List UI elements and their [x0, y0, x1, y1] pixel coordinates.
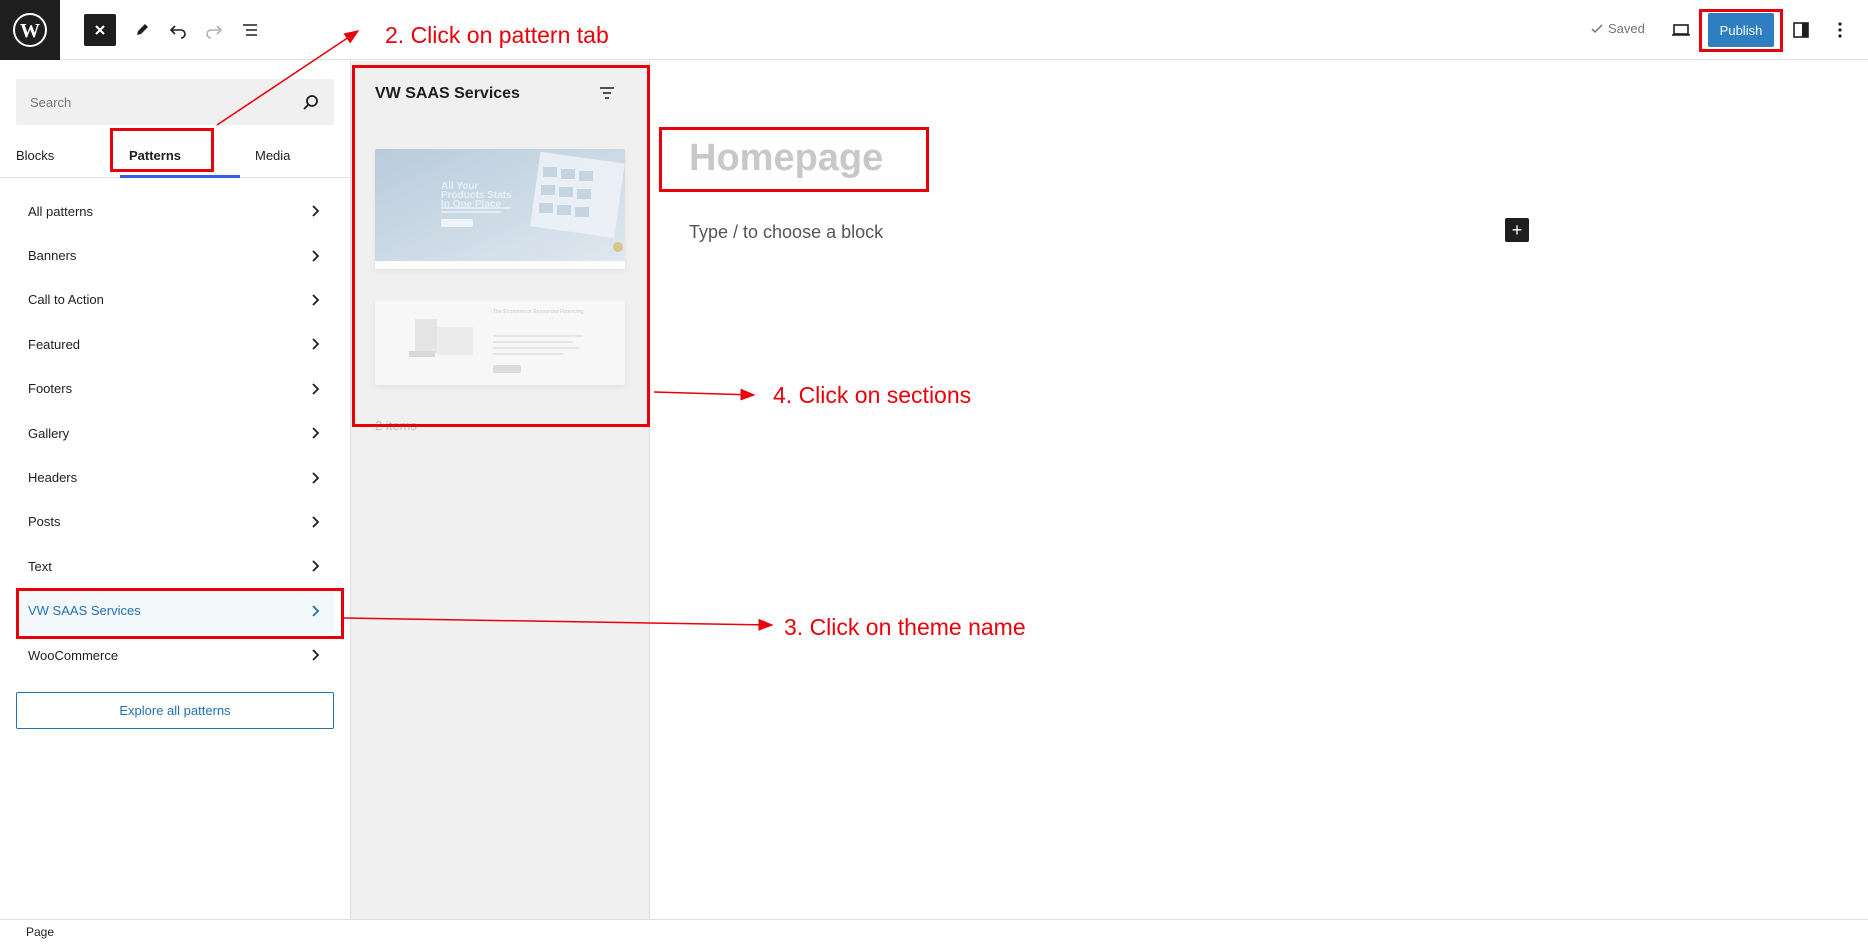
pattern-preview-features-heading: The Ecommerce Resources Financing: [493, 309, 584, 315]
annotation-step-4: 4. Click on sections: [773, 382, 972, 408]
pattern-category-item[interactable]: All patterns: [16, 189, 334, 233]
pattern-category-panel: VW SAAS Services All Your Products Stats…: [351, 61, 650, 919]
pattern-category-item[interactable]: Call to Action: [16, 278, 334, 322]
undo-icon[interactable]: [162, 14, 194, 46]
pattern-preview-features[interactable]: The Ecommerce Resources Financing: [375, 301, 625, 385]
active-tab-indicator: [120, 175, 240, 178]
chevron-right-icon: [312, 516, 320, 528]
options-more-icon[interactable]: [1824, 14, 1856, 46]
pattern-category-label: Posts: [28, 514, 61, 530]
saved-label: Saved: [1608, 21, 1645, 36]
tab-blocks[interactable]: Blocks: [16, 133, 54, 178]
pattern-category-label: Gallery: [28, 425, 70, 441]
pattern-category-item[interactable]: Footers: [16, 367, 334, 411]
pattern-category-label: Footers: [28, 381, 73, 397]
explore-all-patterns-button[interactable]: Explore all patterns: [16, 692, 334, 729]
tools-pencil-icon[interactable]: [126, 14, 158, 46]
pattern-category-item[interactable]: Text: [16, 544, 334, 588]
tab-media[interactable]: Media: [255, 133, 290, 178]
pattern-category-list: All patterns Banners Call to Action Feature…: [16, 189, 334, 677]
pattern-panel-title: VW SAAS Services: [375, 85, 520, 102]
pattern-preview-hero-heading: All Your Products Stats In One Place: [441, 181, 512, 210]
search-icon[interactable]: [302, 93, 320, 111]
pattern-category-label: Featured: [28, 336, 81, 352]
chevron-right-icon: [312, 560, 320, 572]
pattern-category-item[interactable]: Posts: [16, 500, 334, 544]
pattern-category-label: Headers: [28, 470, 78, 486]
pattern-count: 2 items: [375, 418, 417, 433]
preview-device-icon[interactable]: [1665, 14, 1697, 46]
chevron-right-icon: [312, 294, 320, 306]
pattern-category-item[interactable]: Banners: [16, 233, 334, 277]
pattern-category-label: Banners: [28, 248, 77, 264]
publish-button[interactable]: Publish: [1708, 13, 1774, 47]
document-overview-icon[interactable]: [234, 14, 266, 46]
saved-status: Saved: [1590, 21, 1645, 36]
breadcrumb[interactable]: Page: [26, 925, 54, 939]
add-block-button[interactable]: +: [1505, 218, 1529, 242]
annotation-step-3: 3. Click on theme name: [784, 614, 1026, 640]
pattern-category-label: VW SAAS Services: [28, 603, 141, 619]
pattern-category-item[interactable]: Featured: [16, 322, 334, 366]
pattern-category-item[interactable]: Headers: [16, 455, 334, 499]
pattern-category-label: WooCommerce: [28, 647, 119, 663]
pattern-category-label: All patterns: [28, 203, 94, 219]
chevron-right-icon: [312, 249, 320, 262]
close-inserter-button[interactable]: [84, 14, 116, 46]
settings-sidebar-icon[interactable]: [1785, 14, 1817, 46]
editor-footer: Page: [0, 919, 1868, 944]
tab-patterns[interactable]: Patterns: [129, 133, 181, 178]
editor-top-bar: W Saved Publish: [0, 0, 1868, 60]
block-inserter-sidebar: Search Blocks Patterns Media All pattern…: [0, 61, 351, 919]
wordpress-logo-icon[interactable]: W: [0, 0, 60, 60]
chevron-right-icon: [312, 471, 320, 484]
search-placeholder: Search: [30, 94, 72, 110]
pattern-category-label: Call to Action: [28, 292, 104, 308]
chevron-right-icon: [312, 605, 320, 617]
chevron-right-icon: [312, 205, 320, 217]
pattern-preview-hero[interactable]: All Your Products Stats In One Place: [375, 149, 625, 269]
redo-icon[interactable]: [198, 14, 230, 46]
svg-text:W: W: [20, 20, 40, 42]
check-icon: [1591, 23, 1603, 33]
annotation-step-2: 2. Click on pattern tab: [385, 22, 609, 48]
inserter-tabs: Blocks Patterns Media: [0, 133, 350, 178]
page-title[interactable]: Homepage: [689, 137, 883, 180]
search-input[interactable]: Search: [16, 79, 334, 125]
chevron-right-icon: [312, 338, 320, 350]
default-block-appender[interactable]: Type / to choose a block: [689, 222, 883, 243]
filter-icon[interactable]: [597, 83, 617, 108]
pattern-category-item[interactable]: WooCommerce: [16, 633, 334, 677]
chevron-right-icon: [312, 383, 320, 395]
pattern-category-item[interactable]: VW SAAS Services: [16, 588, 334, 633]
chevron-right-icon: [312, 649, 320, 661]
pattern-category-label: Text: [28, 558, 52, 574]
editor-canvas: Homepage Type / to choose a block +: [651, 61, 1868, 919]
pattern-category-item[interactable]: Gallery: [16, 411, 334, 455]
chevron-right-icon: [312, 427, 320, 439]
